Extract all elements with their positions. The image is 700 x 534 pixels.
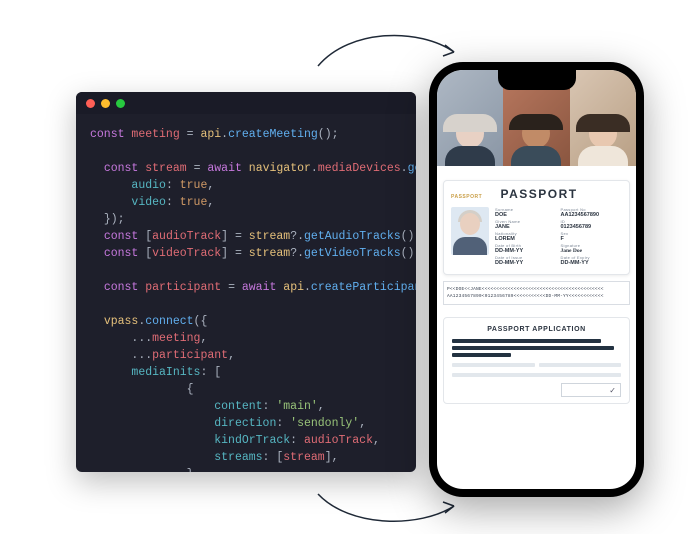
code-editor: const meeting = api.createMeeting(); con…	[76, 92, 416, 472]
phone-notch-icon	[498, 70, 576, 90]
passport-fields: SurnameDOE Passport NoAA1234567890 Given…	[495, 207, 622, 266]
passport-mrz: P<<DOE<<JANE<<<<<<<<<<<<<<<<<<<<<<<<<<<<…	[443, 281, 630, 305]
passport-title: PASSPORT	[501, 187, 578, 201]
check-icon: ✓	[609, 386, 616, 395]
window-max-icon	[116, 99, 125, 108]
form-field	[452, 373, 621, 377]
application-title: PASSPORT APPLICATION	[452, 326, 621, 333]
form-line	[452, 339, 601, 343]
form-field	[539, 363, 622, 367]
passport-application-form: PASSPORT APPLICATION ✓	[443, 317, 630, 404]
signature-box: ✓	[561, 383, 621, 397]
form-field	[452, 363, 535, 367]
phone-screen: PASSPORT PASSPORT SurnameDOE Passport No…	[437, 70, 636, 489]
video-participant-3	[570, 70, 636, 166]
form-line	[452, 353, 511, 357]
window-close-icon	[86, 99, 95, 108]
phone-mockup: PASSPORT PASSPORT SurnameDOE Passport No…	[429, 62, 644, 497]
window-min-icon	[101, 99, 110, 108]
editor-titlebar	[76, 92, 416, 114]
code-block: const meeting = api.createMeeting(); con…	[76, 114, 416, 472]
form-line	[452, 346, 614, 350]
video-participant-1	[437, 70, 503, 166]
passport-photo	[451, 207, 489, 255]
passport-tag: PASSPORT	[451, 194, 482, 200]
passport-card: PASSPORT PASSPORT SurnameDOE Passport No…	[443, 180, 630, 275]
